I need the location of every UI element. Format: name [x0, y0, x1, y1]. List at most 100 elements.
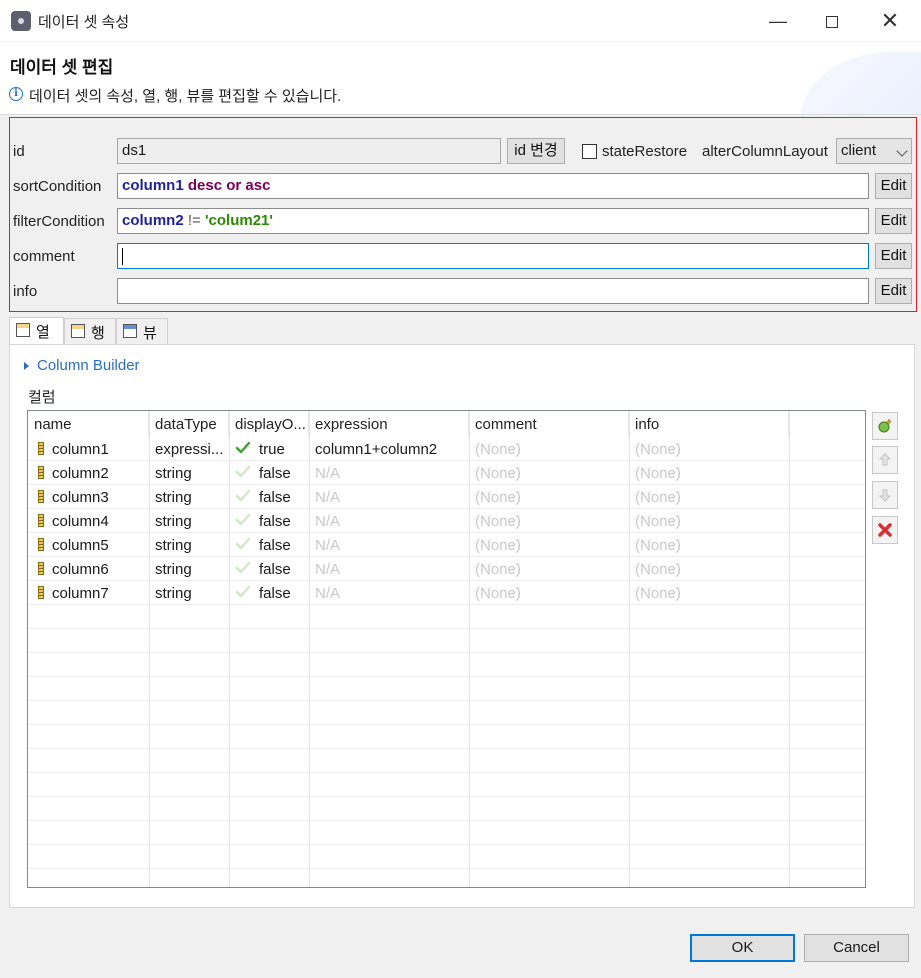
tab-view-label: 뷰	[143, 325, 157, 342]
cell-comment[interactable]: (None)	[469, 557, 629, 581]
cell-info[interactable]: (None)	[629, 461, 789, 485]
cell-display[interactable]: false	[229, 485, 309, 509]
cell-expression[interactable]: N/A	[309, 581, 469, 605]
cell-comment[interactable]: (None)	[469, 533, 629, 557]
cell-expression[interactable]: N/A	[309, 461, 469, 485]
tab-view[interactable]: 뷰	[116, 318, 168, 344]
chevron-down-icon	[896, 145, 908, 157]
cell-datatype[interactable]: string	[149, 581, 229, 605]
info-edit-button[interactable]: Edit	[875, 278, 912, 304]
alter-column-layout-value: client	[841, 142, 877, 159]
move-down-button[interactable]	[872, 481, 898, 509]
cell-comment[interactable]: (None)	[469, 461, 629, 485]
cell-comment[interactable]: (None)	[469, 437, 629, 461]
expand-arrow-icon	[24, 362, 29, 371]
id-field[interactable]: ds1	[117, 138, 501, 164]
state-restore-checkbox[interactable]	[582, 144, 597, 159]
comment-field[interactable]	[117, 243, 869, 269]
cell-name[interactable]: column3	[28, 485, 149, 509]
table-row[interactable]: column6 string false N/A (None) (None)	[28, 557, 865, 581]
cell-name[interactable]: column6	[28, 557, 149, 581]
comment-label: comment	[13, 248, 75, 265]
table-row[interactable]: column4 string false N/A (None) (None)	[28, 509, 865, 533]
cell-text: (None)	[475, 465, 521, 482]
text-cursor	[122, 247, 123, 265]
app-icon	[11, 11, 31, 31]
cell-info[interactable]: (None)	[629, 437, 789, 461]
add-column-button[interactable]	[872, 412, 898, 440]
cell-datatype[interactable]: string	[149, 485, 229, 509]
header-expression[interactable]: expression	[309, 411, 469, 436]
sort-condition-field[interactable]: column1 desc or asc	[117, 173, 869, 199]
cell-display[interactable]: false	[229, 509, 309, 533]
cell-name[interactable]: column1	[28, 437, 149, 461]
cell-display[interactable]: false	[229, 533, 309, 557]
cell-comment[interactable]: (None)	[469, 509, 629, 533]
sort-condition-edit-button[interactable]: Edit	[875, 173, 912, 199]
tab-rows-label: 행	[91, 325, 105, 342]
filter-condition-edit-button[interactable]: Edit	[875, 208, 912, 234]
columns-group-label: 컬럼	[28, 389, 56, 406]
header-info[interactable]: info	[629, 411, 789, 436]
comment-edit-button[interactable]: Edit	[875, 243, 912, 269]
header-display-order[interactable]: displayO...	[229, 411, 309, 436]
id-label: id	[13, 143, 25, 160]
cell-info[interactable]: (None)	[629, 509, 789, 533]
cell-name[interactable]: column5	[28, 533, 149, 557]
header-datatype[interactable]: dataType	[149, 411, 229, 436]
table-row[interactable]: column1 expressi... true column1+column2 (No…	[28, 437, 865, 461]
cell-name[interactable]: column7	[28, 581, 149, 605]
cell-info[interactable]: (None)	[629, 557, 789, 581]
cancel-button[interactable]: Cancel	[804, 934, 909, 962]
table-row[interactable]: column3 string false N/A (None) (None)	[28, 485, 865, 509]
filter-condition-field[interactable]: column2 != 'colum21'	[117, 208, 869, 234]
cell-comment[interactable]: (None)	[469, 581, 629, 605]
table-row[interactable]: column7 string false N/A (None) (None)	[28, 581, 865, 605]
filter-token-value: 'colum21'	[204, 212, 273, 229]
cell-text: column1	[52, 441, 109, 458]
delete-column-button[interactable]	[872, 516, 898, 544]
tab-columns[interactable]: 열	[9, 317, 64, 344]
move-up-button[interactable]	[872, 446, 898, 474]
table-row	[28, 605, 865, 629]
cell-info[interactable]: (None)	[629, 485, 789, 509]
cell-expression[interactable]: N/A	[309, 485, 469, 509]
alter-column-layout-select[interactable]: client	[836, 138, 912, 164]
cell-info[interactable]: (None)	[629, 581, 789, 605]
header-name[interactable]: name	[28, 411, 149, 436]
cell-expression[interactable]: N/A	[309, 557, 469, 581]
cell-text: false	[259, 585, 291, 602]
cell-display[interactable]: false	[229, 461, 309, 485]
cell-expression[interactable]: N/A	[309, 509, 469, 533]
cell-datatype[interactable]: string	[149, 461, 229, 485]
cell-expression[interactable]: column1+column2	[309, 437, 469, 461]
maximize-button[interactable]	[812, 6, 852, 36]
cell-display[interactable]: true	[229, 437, 309, 461]
minimize-button[interactable]: —	[758, 6, 798, 36]
cell-comment[interactable]: (None)	[469, 485, 629, 509]
tab-rows[interactable]: 행	[64, 318, 116, 344]
cell-datatype[interactable]: string	[149, 509, 229, 533]
cell-text: column6	[52, 561, 109, 578]
cell-datatype[interactable]: string	[149, 557, 229, 581]
cell-name[interactable]: column2	[28, 461, 149, 485]
table-row[interactable]: column5 string false N/A (None) (None)	[28, 533, 865, 557]
info-field[interactable]	[117, 278, 869, 304]
close-button[interactable]: ✕	[870, 6, 910, 36]
id-change-button[interactable]: id 변경	[507, 138, 565, 164]
cell-display[interactable]: false	[229, 581, 309, 605]
cell-text: (None)	[635, 585, 681, 602]
cell-display[interactable]: false	[229, 557, 309, 581]
header-comment[interactable]: comment	[469, 411, 629, 436]
cell-expression[interactable]: N/A	[309, 533, 469, 557]
column-icon	[38, 538, 44, 551]
cell-datatype[interactable]: expressi...	[149, 437, 229, 461]
cell-name[interactable]: column4	[28, 509, 149, 533]
cell-text: false	[259, 561, 291, 578]
cell-datatype[interactable]: string	[149, 533, 229, 557]
ok-button[interactable]: OK	[690, 934, 795, 962]
column-builder-toggle[interactable]: Column Builder	[24, 357, 140, 374]
table-row[interactable]: column2 string false N/A (None) (None)	[28, 461, 865, 485]
cell-text: string	[155, 585, 192, 602]
cell-info[interactable]: (None)	[629, 533, 789, 557]
